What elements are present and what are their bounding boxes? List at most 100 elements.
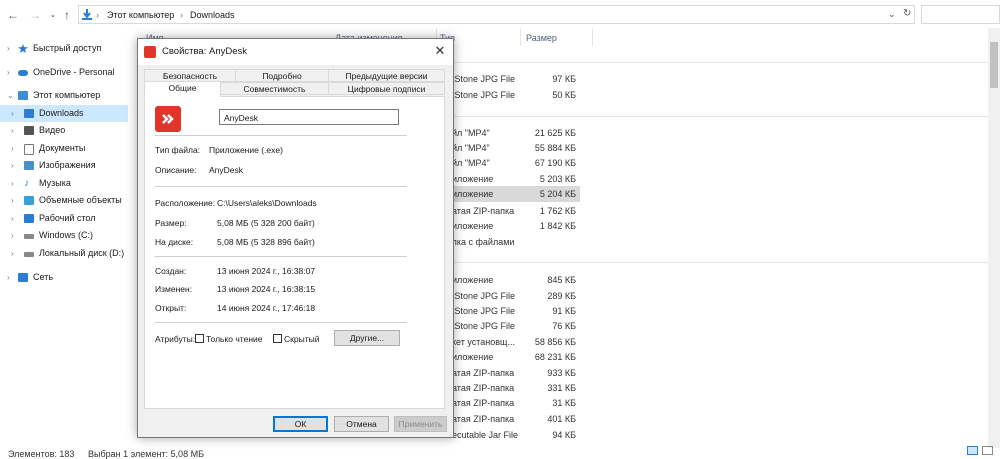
desktop-icon — [24, 214, 34, 223]
location-label: Расположение: — [155, 198, 216, 208]
file-size: 1 762 КБ — [539, 206, 576, 216]
file-size: 31 КБ — [552, 398, 576, 408]
file-type: tStone JPG File — [452, 74, 516, 84]
nav-3d-objects[interactable]: › Объемные объекты — [0, 192, 128, 209]
dialog-title: Свойства: AnyDesk — [162, 46, 248, 57]
back-arrow-icon[interactable]: ← — [6, 8, 20, 22]
hidden-checkbox[interactable] — [273, 334, 282, 343]
breadcrumb-downloads[interactable]: Downloads — [190, 10, 235, 20]
up-arrow-icon[interactable]: ↑ — [60, 8, 74, 22]
nav-network[interactable]: › Сеть — [0, 269, 128, 286]
tab-previous-versions[interactable]: Предыдущие версии — [328, 69, 445, 82]
readonly-label[interactable]: Только чтение — [206, 334, 262, 344]
accessed-value: 14 июня 2024 г., 17:46:18 — [217, 303, 316, 313]
file-size: 91 КБ — [552, 306, 576, 316]
vertical-scrollbar[interactable] — [988, 28, 1000, 448]
file-type: иложение — [452, 174, 494, 184]
forward-arrow-icon[interactable]: → — [28, 8, 42, 22]
cancel-button[interactable]: Отмена — [334, 416, 389, 432]
size-on-disk-value: 5,08 МБ (5 328 896 байт) — [217, 237, 315, 247]
file-type: ecutable Jar File — [452, 430, 519, 440]
chevron-right-icon[interactable]: › — [11, 122, 14, 139]
file-name-field[interactable]: AnyDesk — [219, 109, 399, 125]
accessed-label: Открыт: — [155, 303, 187, 313]
crumb-sep-icon: › — [180, 10, 183, 20]
file-type: tStone JPG File — [452, 90, 516, 100]
anydesk-app-icon — [155, 106, 181, 132]
file-type: tStone JPG File — [452, 291, 516, 301]
column-divider[interactable] — [592, 28, 593, 46]
group-divider — [452, 116, 988, 117]
chevron-right-icon[interactable]: › — [11, 210, 14, 227]
tab-details[interactable]: Подробно — [235, 69, 329, 82]
chevron-right-icon[interactable]: › — [11, 175, 14, 192]
crumb-sep-icon: › — [96, 10, 99, 20]
readonly-checkbox[interactable] — [195, 334, 204, 343]
attributes-label: Атрибуты: — [155, 334, 196, 344]
nav-onedrive[interactable]: › OneDrive - Personal — [0, 64, 128, 81]
nav-downloads[interactable]: › Downloads — [0, 105, 128, 122]
created-value: 13 июня 2024 г., 16:38:07 — [217, 266, 316, 276]
file-size: 50 КБ — [552, 90, 576, 100]
chevron-right-icon[interactable]: › — [11, 105, 14, 122]
details-view-icon[interactable] — [967, 446, 978, 455]
nav-this-pc[interactable]: ⌄ Этот компьютер — [0, 87, 128, 104]
column-divider[interactable] — [520, 28, 521, 46]
nav-quick-access[interactable]: › Быстрый доступ — [0, 40, 128, 57]
modified-label: Изменен: — [155, 284, 193, 294]
file-type: иложение — [452, 275, 494, 285]
chevron-right-icon[interactable]: › — [11, 192, 14, 209]
status-item-count: Элементов: 183 — [8, 449, 75, 459]
chevron-right-icon[interactable]: › — [7, 40, 10, 57]
chevron-right-icon[interactable]: › — [11, 157, 14, 174]
tab-compatibility[interactable]: Совместимость — [220, 82, 329, 95]
tab-digital-signatures[interactable]: Цифровые подписи — [328, 82, 445, 95]
apply-button[interactable]: Применить — [394, 416, 447, 432]
file-size: 845 КБ — [547, 275, 576, 285]
general-tab-panel: AnyDesk Тип файла: Приложение (.exe) Опи… — [144, 96, 445, 409]
advanced-attributes-button[interactable]: Другие... — [334, 330, 400, 346]
column-header-size[interactable]: Размер — [526, 33, 557, 43]
nav-pictures[interactable]: › Изображения — [0, 157, 128, 174]
file-type: атая ZIP-папка — [452, 206, 515, 216]
chevron-right-icon[interactable]: › — [11, 245, 14, 262]
file-size: 5 203 КБ — [539, 174, 576, 184]
chevron-right-icon[interactable]: › — [11, 227, 14, 244]
properties-dialog: Свойства: AnyDesk ✕ Безопасность Подробн… — [137, 38, 454, 438]
nav-videos[interactable]: › Видео — [0, 122, 128, 139]
tab-general[interactable]: Общие — [144, 81, 221, 97]
breadcrumb-this-pc[interactable]: Этот компьютер — [107, 10, 174, 20]
large-icons-view-icon[interactable] — [982, 446, 993, 455]
drive-icon — [24, 252, 34, 257]
scrollbar-thumb[interactable] — [990, 42, 998, 88]
chevron-down-icon[interactable]: ⌄ — [7, 87, 14, 104]
nav-drive-c[interactable]: › Windows (C:) — [0, 227, 128, 244]
chevron-right-icon[interactable]: › — [11, 140, 14, 157]
address-dropdown-icon[interactable]: ⌄ — [888, 9, 896, 20]
separator — [155, 135, 407, 136]
file-type: tStone JPG File — [452, 306, 516, 316]
search-input[interactable] — [921, 5, 1000, 24]
file-size: 1 842 КБ — [539, 221, 576, 231]
ok-button[interactable]: ОК — [273, 416, 328, 432]
nav-desktop[interactable]: › Рабочий стол — [0, 210, 128, 227]
refresh-icon[interactable]: ↻ — [903, 8, 911, 19]
created-label: Создан: — [155, 266, 187, 276]
chevron-right-icon[interactable]: › — [7, 269, 10, 286]
close-icon[interactable]: ✕ — [431, 42, 449, 60]
description-label: Описание: — [155, 165, 197, 175]
file-size: 94 КБ — [552, 430, 576, 440]
nav-documents[interactable]: › Документы — [0, 140, 128, 157]
type-label: Тип файла: — [155, 145, 201, 155]
hidden-label[interactable]: Скрытый — [284, 334, 319, 344]
download-folder-icon — [82, 9, 92, 20]
chevron-right-icon[interactable]: › — [7, 64, 10, 81]
file-type: атая ZIP-папка — [452, 414, 515, 424]
file-type: tStone JPG File — [452, 321, 516, 331]
image-icon — [24, 161, 34, 170]
size-on-disk-label: На диске: — [155, 237, 194, 247]
nav-drive-d[interactable]: › Локальный диск (D:) — [0, 245, 128, 262]
nav-music[interactable]: › ♪ Музыка — [0, 175, 128, 192]
recent-dropdown-icon[interactable]: ⌄ — [46, 8, 60, 22]
music-icon: ♪ — [24, 178, 29, 189]
